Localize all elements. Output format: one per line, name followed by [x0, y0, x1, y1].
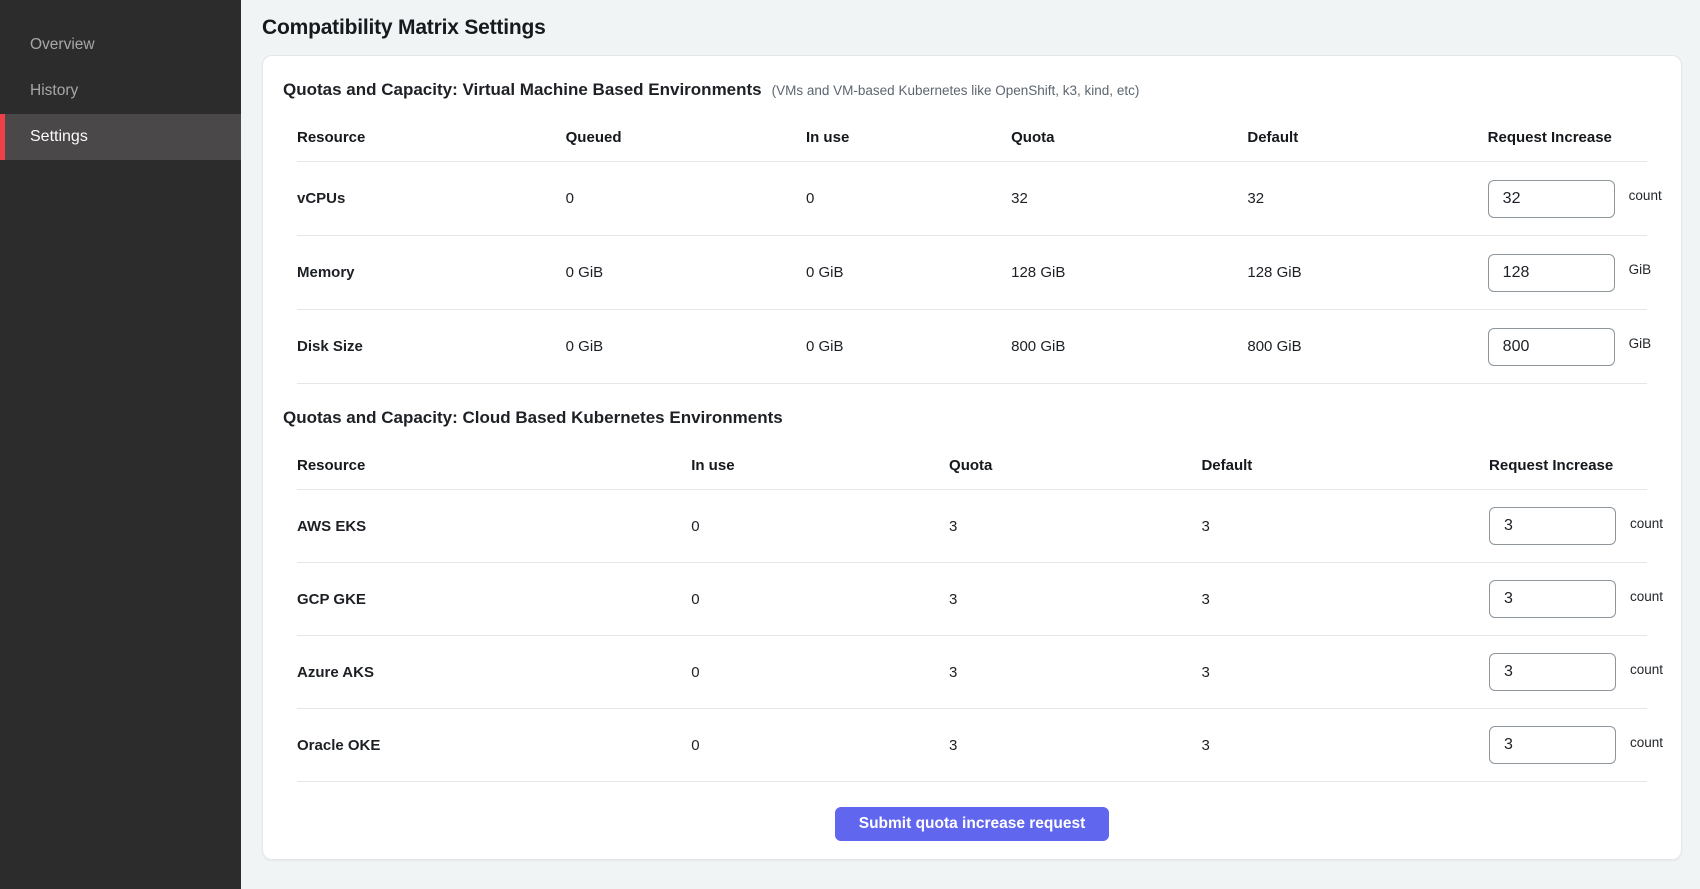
table-header-row: Resource In use Quota Default Request In…: [297, 442, 1647, 490]
request-increase-input[interactable]: [1488, 254, 1615, 292]
request-increase-input[interactable]: [1489, 653, 1616, 691]
sidebar-item-label: Overview: [30, 36, 95, 54]
active-indicator-bar: [0, 114, 5, 160]
table-row-disk-size: Disk Size 0 GiB 0 GiB 800 GiB 800 GiB Gi…: [297, 310, 1647, 384]
column-header-default: Default: [1247, 129, 1487, 146]
table-row-azure-aks: Azure AKS 0 3 3 count: [297, 636, 1647, 709]
cell-resource: vCPUs: [297, 190, 566, 207]
table-row-oracle-oke: Oracle OKE 0 3 3 count: [297, 709, 1647, 782]
cell-quota: 32: [1011, 190, 1247, 207]
request-increase-cell: count: [1488, 180, 1662, 218]
cell-resource: Oracle OKE: [297, 737, 691, 754]
column-header-resource: Resource: [297, 457, 691, 474]
cell-quota: 3: [949, 664, 1201, 681]
request-increase-cell: count: [1489, 580, 1663, 618]
sidebar: Overview History Settings: [0, 0, 241, 889]
sidebar-item-settings[interactable]: Settings: [0, 114, 241, 160]
main-content: Compatibility Matrix Settings Quotas and…: [241, 0, 1700, 889]
cell-resource: Azure AKS: [297, 664, 691, 681]
vm-quota-table: Resource Queued In use Quota Default Req…: [283, 114, 1661, 384]
sidebar-item-history[interactable]: History: [0, 68, 241, 114]
cell-resource: AWS EKS: [297, 518, 691, 535]
sidebar-item-label: Settings: [30, 128, 88, 146]
table-row-vcpus: vCPUs 0 0 32 32 count: [297, 162, 1647, 236]
cell-default: 128 GiB: [1247, 264, 1487, 281]
cell-queued: 0 GiB: [566, 264, 806, 281]
cell-default: 800 GiB: [1247, 338, 1487, 355]
table-header-row: Resource Queued In use Quota Default Req…: [297, 114, 1647, 162]
app-window: Overview History Settings Compatibility …: [0, 0, 1700, 889]
cell-queued: 0: [566, 190, 806, 207]
column-header-request-increase: Request Increase: [1488, 129, 1647, 146]
cell-in-use: 0: [691, 591, 949, 608]
request-increase-cell: GiB: [1488, 254, 1652, 292]
cell-quota: 3: [949, 518, 1201, 535]
cell-in-use: 0: [691, 518, 949, 535]
cell-resource: GCP GKE: [297, 591, 691, 608]
cell-in-use: 0: [691, 737, 949, 754]
section-note: (VMs and VM-based Kubernetes like OpenSh…: [772, 83, 1140, 98]
settings-card: Quotas and Capacity: Virtual Machine Bas…: [262, 55, 1682, 860]
table-row-memory: Memory 0 GiB 0 GiB 128 GiB 128 GiB GiB: [297, 236, 1647, 310]
unit-label: GiB: [1629, 262, 1652, 277]
submit-quota-increase-button[interactable]: Submit quota increase request: [835, 807, 1110, 841]
unit-label: count: [1630, 735, 1663, 750]
section-cloud-kubernetes: Quotas and Capacity: Cloud Based Kuberne…: [283, 408, 1661, 782]
section-header: Quotas and Capacity: Cloud Based Kuberne…: [283, 408, 1661, 442]
request-increase-cell: count: [1489, 653, 1663, 691]
unit-label: GiB: [1629, 336, 1652, 351]
cell-queued: 0 GiB: [566, 338, 806, 355]
request-increase-cell: GiB: [1488, 328, 1652, 366]
cloud-quota-table: Resource In use Quota Default Request In…: [283, 442, 1661, 782]
request-increase-input[interactable]: [1488, 180, 1615, 218]
column-header-default: Default: [1201, 457, 1489, 474]
request-increase-cell: count: [1489, 726, 1663, 764]
unit-label: count: [1630, 589, 1663, 604]
cell-in-use: 0 GiB: [806, 338, 1011, 355]
sidebar-item-overview[interactable]: Overview: [0, 22, 241, 68]
request-increase-input[interactable]: [1488, 328, 1615, 366]
cell-quota: 128 GiB: [1011, 264, 1247, 281]
request-increase-input[interactable]: [1489, 726, 1616, 764]
column-header-quota: Quota: [1011, 129, 1247, 146]
cell-quota: 3: [949, 591, 1201, 608]
column-header-request-increase: Request Increase: [1489, 457, 1647, 474]
sidebar-item-label: History: [30, 82, 78, 100]
request-increase-input[interactable]: [1489, 507, 1616, 545]
column-header-in-use: In use: [806, 129, 1011, 146]
page-title: Compatibility Matrix Settings: [262, 16, 1682, 40]
cell-default: 3: [1201, 737, 1489, 754]
cell-quota: 3: [949, 737, 1201, 754]
section-title: Quotas and Capacity: Cloud Based Kuberne…: [283, 408, 783, 428]
section-header: Quotas and Capacity: Virtual Machine Bas…: [283, 80, 1661, 114]
section-vm-environments: Quotas and Capacity: Virtual Machine Bas…: [283, 80, 1661, 384]
cell-default: 3: [1201, 518, 1489, 535]
submit-row: Submit quota increase request: [283, 782, 1661, 841]
cell-default: 3: [1201, 591, 1489, 608]
unit-label: count: [1630, 662, 1663, 677]
column-header-queued: Queued: [566, 129, 806, 146]
cell-quota: 800 GiB: [1011, 338, 1247, 355]
cell-in-use: 0: [691, 664, 949, 681]
cell-default: 3: [1201, 664, 1489, 681]
request-increase-input[interactable]: [1489, 580, 1616, 618]
cell-in-use: 0: [806, 190, 1011, 207]
cell-in-use: 0 GiB: [806, 264, 1011, 281]
unit-label: count: [1630, 516, 1663, 531]
section-title: Quotas and Capacity: Virtual Machine Bas…: [283, 80, 762, 100]
table-row-gcp-gke: GCP GKE 0 3 3 count: [297, 563, 1647, 636]
cell-default: 32: [1247, 190, 1487, 207]
column-header-resource: Resource: [297, 129, 566, 146]
table-row-aws-eks: AWS EKS 0 3 3 count: [297, 490, 1647, 563]
column-header-quota: Quota: [949, 457, 1201, 474]
column-header-in-use: In use: [691, 457, 949, 474]
unit-label: count: [1629, 188, 1662, 203]
request-increase-cell: count: [1489, 507, 1663, 545]
cell-resource: Disk Size: [297, 338, 566, 355]
cell-resource: Memory: [297, 264, 566, 281]
